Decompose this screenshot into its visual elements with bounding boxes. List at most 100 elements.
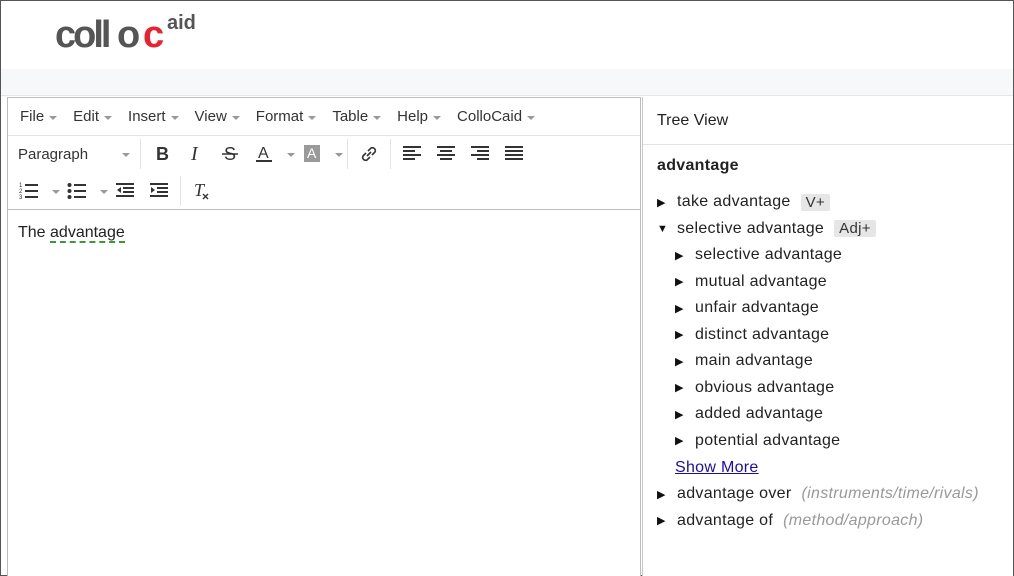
- header-strip: [1, 69, 1013, 96]
- collapsed-triangle-icon[interactable]: ▶: [675, 275, 695, 288]
- numbered-list-split: 123: [12, 177, 60, 205]
- tree-node[interactable]: ▶ advantage over (instruments/time/rival…: [643, 481, 1013, 508]
- show-more-link[interactable]: Show More: [643, 454, 1013, 481]
- toolbar-divider: [347, 139, 348, 169]
- tree-node[interactable]: ▶ advantage of (method/approach): [643, 508, 1013, 535]
- tree-node-label: added advantage: [695, 405, 824, 423]
- menu-edit[interactable]: Edit: [65, 108, 120, 125]
- tree-node-label: advantage of: [677, 511, 774, 529]
- chevron-down-icon: [122, 153, 130, 157]
- chevron-down-icon: [334, 153, 343, 157]
- italic-button[interactable]: I: [179, 140, 213, 168]
- bold-button[interactable]: B: [145, 140, 179, 168]
- collapsed-triangle-icon[interactable]: ▶: [657, 514, 677, 527]
- insert-link-button[interactable]: [352, 140, 386, 168]
- background-color-button[interactable]: A: [295, 140, 329, 168]
- menu-format[interactable]: Format: [248, 108, 325, 125]
- collocaid-logo[interactable]: coll o c aid: [55, 11, 215, 51]
- menu-collocaid[interactable]: ColloCaid: [449, 108, 543, 125]
- bullet-list-split: [60, 177, 108, 205]
- italic-icon: I: [190, 145, 199, 163]
- editor-text-prefix: The: [18, 224, 51, 241]
- clear-formatting-button[interactable]: T: [185, 177, 219, 205]
- chevron-down-icon: [49, 115, 58, 120]
- svg-text:c: c: [143, 14, 164, 51]
- tree-child-node[interactable]: ▶ potential advantage: [643, 428, 1013, 455]
- tree-node-label: mutual advantage: [695, 272, 828, 290]
- increase-indent-button[interactable]: [142, 177, 176, 205]
- collapsed-triangle-icon[interactable]: ▶: [675, 328, 695, 341]
- toolbar-divider: [180, 175, 181, 206]
- collapsed-triangle-icon[interactable]: ▶: [675, 302, 695, 315]
- text-color-button[interactable]: A: [247, 140, 281, 168]
- toolbar-row-2: 123 T: [8, 172, 640, 210]
- menu-table[interactable]: Table: [324, 108, 389, 125]
- pos-tag: Adj+: [834, 220, 876, 238]
- pos-tag: V+: [800, 193, 830, 211]
- indent-icon: [150, 182, 168, 197]
- bullet-list-button[interactable]: [60, 177, 94, 205]
- align-center-button[interactable]: [429, 140, 463, 168]
- align-right-button[interactable]: [463, 140, 497, 168]
- tree-child-node[interactable]: ▶ main advantage: [643, 348, 1013, 375]
- menu-file[interactable]: File: [12, 108, 65, 125]
- bg-color-split: A: [295, 140, 343, 168]
- chevron-down-icon: [99, 189, 108, 194]
- align-justify-icon: [505, 146, 523, 160]
- menu-view[interactable]: View: [187, 108, 248, 125]
- collapsed-triangle-icon[interactable]: ▶: [675, 408, 695, 421]
- toolbar-row-1: Paragraph B I S A A: [8, 136, 640, 172]
- collapsed-triangle-icon[interactable]: ▶: [657, 488, 677, 501]
- align-center-icon: [437, 146, 455, 160]
- align-left-icon: [403, 146, 421, 160]
- tree-node[interactable]: ▶ take advantage V+: [643, 189, 1013, 216]
- text-color-split: A: [247, 140, 295, 168]
- block-format-select[interactable]: Paragraph: [12, 140, 136, 168]
- clear-formatting-icon: T: [194, 181, 209, 200]
- align-justify-button[interactable]: [497, 140, 531, 168]
- tree-child-node[interactable]: ▶ unfair advantage: [643, 295, 1013, 322]
- collapsed-triangle-icon[interactable]: ▶: [675, 249, 695, 262]
- tree-child-node[interactable]: ▶ obvious advantage: [643, 375, 1013, 402]
- toolbar-divider: [140, 139, 141, 169]
- tree-child-node[interactable]: ▶ added advantage: [643, 401, 1013, 428]
- highlighted-word[interactable]: advantage: [50, 224, 125, 243]
- bullet-list-dropdown[interactable]: [94, 177, 108, 205]
- svg-text:3: 3: [19, 195, 23, 201]
- numbered-list-dropdown[interactable]: [46, 177, 60, 205]
- bold-icon: B: [156, 145, 169, 163]
- background-color-dropdown[interactable]: [329, 140, 343, 168]
- strikethrough-button[interactable]: S: [213, 140, 247, 168]
- tree-node-label: take advantage: [677, 193, 791, 211]
- outdent-icon: [116, 182, 134, 197]
- chevron-down-icon: [433, 115, 442, 120]
- collapsed-triangle-icon[interactable]: ▶: [675, 381, 695, 394]
- svg-text:I: I: [190, 145, 199, 163]
- menu-insert[interactable]: Insert: [120, 108, 187, 125]
- editor-content-area[interactable]: The advantage: [8, 210, 640, 256]
- decrease-indent-button[interactable]: [108, 177, 142, 205]
- numbered-list-button[interactable]: 123: [12, 177, 46, 205]
- numbered-list-icon: 123: [19, 183, 38, 201]
- svg-text:B: B: [156, 145, 169, 163]
- align-left-button[interactable]: [395, 140, 429, 168]
- text-color-dropdown[interactable]: [281, 140, 295, 168]
- tree-node-hint: (instruments/time/rivals): [801, 485, 979, 503]
- chevron-down-icon: [104, 115, 113, 120]
- collapsed-triangle-icon[interactable]: ▶: [657, 196, 677, 209]
- collapsed-triangle-icon[interactable]: ▶: [675, 355, 695, 368]
- collapsed-triangle-icon[interactable]: ▶: [675, 434, 695, 447]
- svg-text:o: o: [117, 14, 139, 51]
- svg-text:coll: coll: [55, 14, 109, 51]
- tree-node-label: obvious advantage: [695, 378, 835, 396]
- tree-child-node[interactable]: ▶ selective advantage: [643, 242, 1013, 269]
- tree-child-node[interactable]: ▶ distinct advantage: [643, 322, 1013, 349]
- expanded-triangle-icon[interactable]: ▼: [657, 223, 677, 235]
- tree-child-node[interactable]: ▶ mutual advantage: [643, 269, 1013, 296]
- toolbar-divider: [390, 139, 391, 169]
- menu-help[interactable]: Help: [389, 108, 449, 125]
- tree-node-hint: (method/approach): [783, 511, 924, 529]
- chevron-down-icon: [170, 115, 179, 120]
- rich-text-editor[interactable]: File Edit Insert View Format Table Help …: [7, 97, 641, 576]
- tree-node[interactable]: ▼ selective advantage Adj+: [643, 216, 1013, 243]
